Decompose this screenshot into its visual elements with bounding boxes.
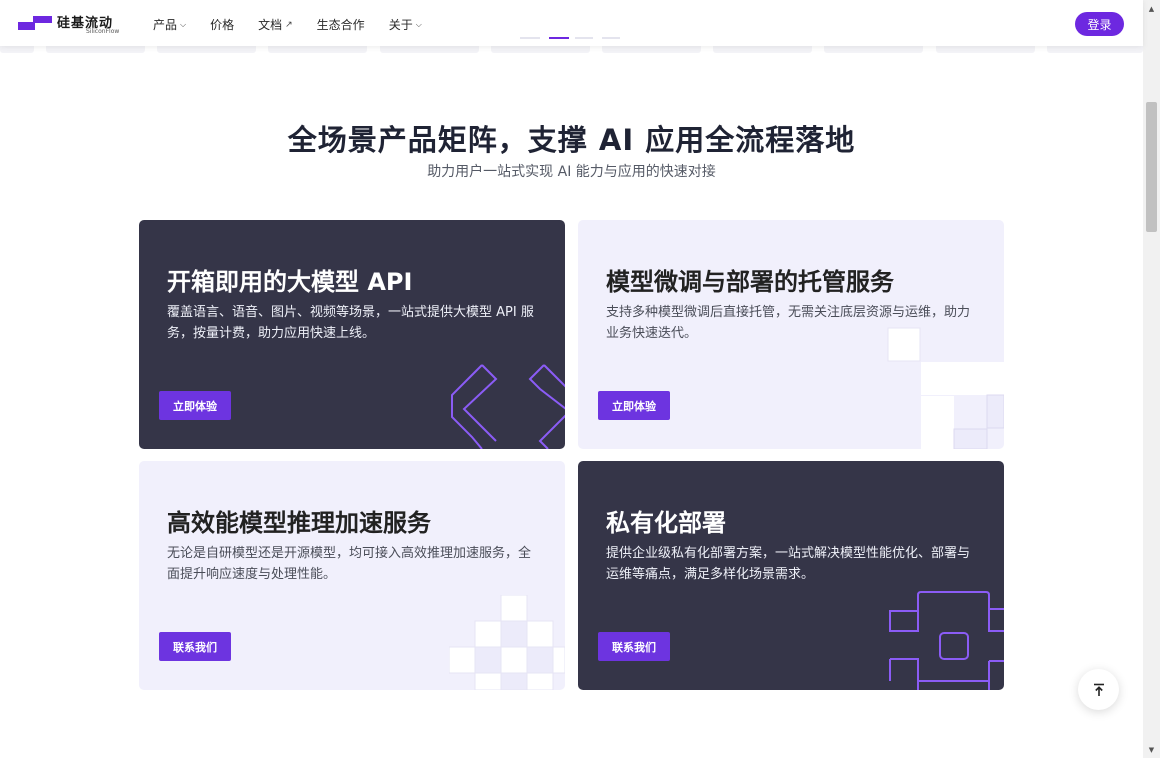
try-now-button[interactable]: 立即体验 (159, 391, 231, 420)
chevron-down-icon: ⌵ (180, 19, 187, 29)
page-scrollbar[interactable]: ▲ ▼ (1143, 0, 1160, 758)
card-title: 私有化部署 (606, 509, 726, 537)
nav-item-label: 文档 (258, 18, 283, 32)
carousel-card (602, 46, 701, 53)
top-navbar: 硅基流动 SiliconFlow 产品 ⌵ 价格 文档 ↗ 生态合作 关于 ⌵ … (0, 0, 1143, 46)
product-card-inference: 高效能模型推理加速服务 无论是自研模型还是开源模型，均可接入高效推理加速服务，全… (139, 461, 565, 690)
nav-item-label: 产品 (153, 18, 178, 32)
card-description: 覆盖语言、语音、图片、视频等场景，一站式提供大模型 API 服务，按量计费，助力… (167, 305, 534, 341)
carousel-card (491, 46, 590, 53)
logo-text-en: SiliconFlow (86, 28, 120, 35)
login-button[interactable]: 登录 (1075, 12, 1124, 36)
product-card-private: 私有化部署 提供企业级私有化部署方案，一站式解决模型性能优化、部署与运维等痛点，… (578, 461, 1004, 690)
carousel-pager (520, 37, 620, 39)
card-description: 无论是自研模型还是开源模型，均可接入高效推理加速服务，全面提升响应速度与处理性能… (167, 546, 532, 582)
decorative-chevrons-icon (451, 364, 565, 449)
scrollbar-thumb[interactable] (1146, 102, 1157, 232)
card-title: 模型微调与部署的托管服务 (606, 268, 894, 296)
logo-mark-icon (18, 16, 52, 30)
nav-item-docs[interactable]: 文档 ↗ (258, 16, 293, 33)
carousel-card (157, 46, 256, 53)
nav-item-label: 关于 (388, 18, 413, 32)
nav-item-label: 价格 (210, 18, 235, 32)
carousel-card (824, 46, 923, 53)
scroll-down-arrow-icon[interactable]: ▼ (1143, 741, 1160, 758)
nav-item-pricing[interactable]: 价格 (210, 16, 234, 33)
try-now-button[interactable]: 立即体验 (598, 391, 670, 420)
section-subtitle: 助力用户一站式实现 AI 能力与应用的快速对接 (427, 164, 716, 180)
carousel-card (1047, 46, 1143, 53)
nav-item-label: 生态合作 (316, 18, 365, 32)
main-nav: 产品 ⌵ 价格 文档 ↗ 生态合作 关于 ⌵ (153, 16, 446, 33)
product-card-finetune: 模型微调与部署的托管服务 支持多种模型微调后直接托管，无需关注底层资源与运维，助… (578, 220, 1004, 449)
siliconflow-logo[interactable]: 硅基流动 SiliconFlow (18, 12, 120, 38)
chevron-down-icon: ⌵ (415, 19, 422, 29)
card-description: 提供企业级私有化部署方案，一站式解决模型性能优化、部署与运维等痛点，满足多样化场… (606, 546, 971, 582)
section-title: 全场景产品矩阵，支撑 AI 应用全流程落地 (287, 123, 856, 157)
decorative-grid-icon (449, 595, 565, 690)
carousel-card (0, 46, 34, 53)
decorative-blocks-icon (887, 327, 1004, 449)
carousel-card (713, 46, 812, 53)
contact-us-button[interactable]: 联系我们 (159, 632, 231, 661)
back-to-top-button[interactable] (1078, 669, 1119, 710)
decorative-circuit-icon (889, 591, 1004, 690)
carousel-card (268, 46, 367, 53)
carousel-card (936, 46, 1035, 53)
carousel-card (46, 46, 145, 53)
external-arrow-icon: ↗ (285, 19, 293, 30)
arrow-to-top-icon (1093, 683, 1104, 696)
product-card-api: 开箱即用的大模型 API 覆盖语言、语音、图片、视频等场景，一站式提供大模型 A… (139, 220, 565, 449)
carousel-strip (0, 46, 1143, 54)
nav-item-ecosystem[interactable]: 生态合作 (317, 16, 365, 33)
carousel-card (380, 46, 479, 53)
card-title: 开箱即用的大模型 API (167, 268, 413, 296)
nav-item-about[interactable]: 关于 ⌵ (389, 16, 422, 33)
contact-us-button[interactable]: 联系我们 (598, 632, 670, 661)
scroll-up-arrow-icon[interactable]: ▲ (1143, 0, 1160, 17)
nav-item-products[interactable]: 产品 ⌵ (153, 16, 186, 33)
card-title: 高效能模型推理加速服务 (167, 509, 431, 537)
